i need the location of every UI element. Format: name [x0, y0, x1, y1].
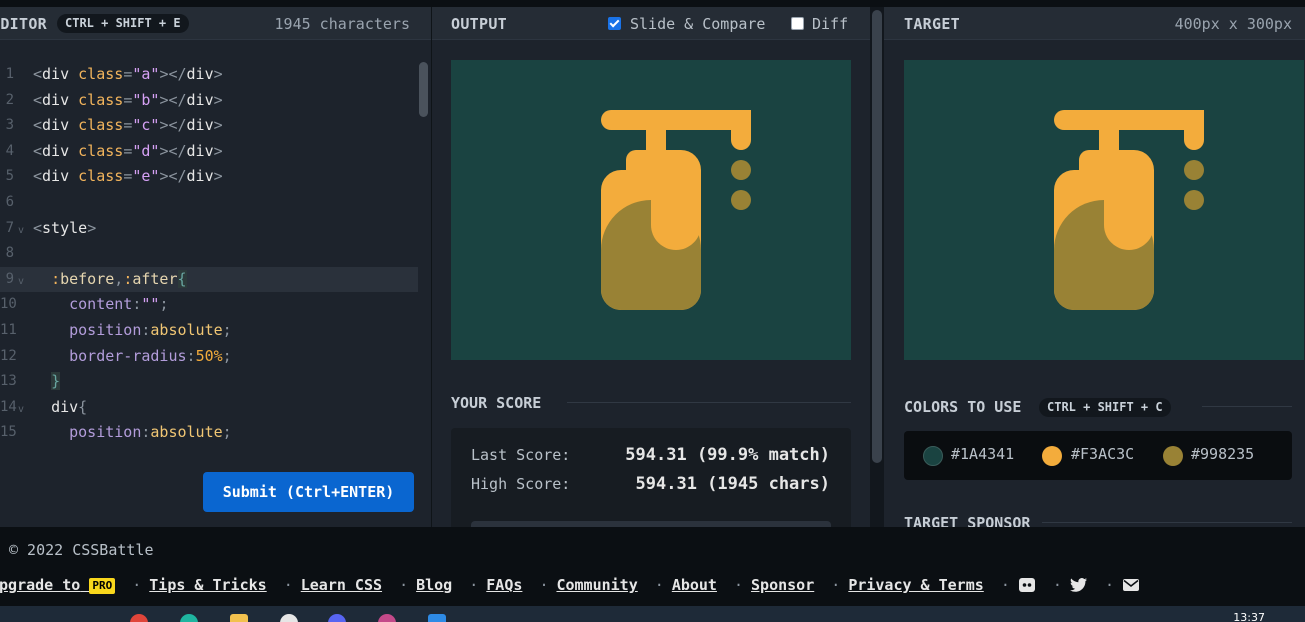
tips-link[interactable]: Tips & Tricks	[149, 576, 266, 594]
color-swatch[interactable]	[1163, 446, 1183, 466]
browser-icon[interactable]	[130, 614, 148, 622]
char-count: 1945 characters	[274, 15, 410, 33]
folder-icon[interactable]	[230, 614, 248, 622]
sponsor-link[interactable]: Sponsor	[751, 576, 814, 594]
submit-button[interactable]: Submit (Ctrl+ENTER)	[203, 472, 414, 512]
editor-title: EDITOR	[0, 15, 47, 33]
editor-scrollbar[interactable]	[419, 62, 428, 117]
code-line: 14 v div{	[0, 395, 418, 421]
os-taskbar: 13:37	[0, 606, 1305, 622]
editor-pane: EDITOR CTRL + SHIFT + E 1945 characters …	[0, 7, 431, 527]
code-line: 10 content:"";	[0, 295, 169, 314]
app-icon[interactable]	[378, 614, 396, 622]
last-score-value: 594.31 (99.9% match)	[625, 445, 830, 465]
divider	[1042, 522, 1292, 523]
colors-title: COLORS TO USE	[904, 398, 1022, 416]
code-line: 15 position:absolute;	[0, 423, 232, 442]
fold-arrow-icon[interactable]: v	[18, 397, 24, 423]
code-line: 13 }	[0, 372, 61, 391]
target-header: TARGET 400px x 300px	[884, 7, 1305, 40]
editor-header: EDITOR CTRL + SHIFT + E 1945 characters	[0, 7, 431, 40]
color-hex-label[interactable]: #998235	[1191, 445, 1254, 463]
discord-icon[interactable]	[1018, 577, 1036, 597]
target-sponsor-title: TARGET SPONSOR	[904, 514, 1031, 527]
code-line: 8	[5, 245, 14, 262]
discord-app-icon[interactable]	[328, 614, 346, 622]
twitter-icon[interactable]	[1069, 577, 1088, 597]
code-editor[interactable]: 1 <div class="a"></div> 2 <div class="b"><…	[0, 62, 418, 446]
target-size: 400px x 300px	[1174, 15, 1292, 33]
copyright: © 2022 CSSBattle	[9, 541, 154, 559]
code-line: 6	[5, 193, 14, 210]
pro-badge: PRO	[89, 578, 116, 594]
code-line: 2 <div class="b"></div>	[5, 90, 223, 109]
slide-compare-checkbox[interactable]	[608, 17, 621, 30]
code-line: 1 <div class="a"></div>	[5, 65, 223, 83]
code-line: 4 <div class="d"></div>	[5, 141, 223, 160]
code-line: 3 <div class="c"></div>	[5, 116, 223, 135]
target-title: TARGET	[904, 15, 960, 33]
code-line: 12 border-radius:50%;	[0, 346, 232, 365]
edge-icon[interactable]	[180, 614, 198, 622]
fold-arrow-icon[interactable]: v	[18, 269, 24, 295]
learn-css-link[interactable]: Learn CSS	[301, 576, 382, 594]
divider	[567, 402, 851, 403]
target-canvas	[904, 60, 1304, 360]
clock: 13:37	[1233, 611, 1265, 622]
pane-scrollbar[interactable]	[872, 10, 882, 463]
target-pane: TARGET 400px x 300px COLORS TO USE CTRL …	[884, 7, 1305, 527]
output-header: OUTPUT Slide & Compare Diff	[432, 7, 870, 40]
diff-label[interactable]: Diff	[812, 15, 848, 33]
color-hex-label[interactable]: #F3AC3C	[1071, 445, 1134, 463]
high-score-value: 594.31 (1945 chars)	[635, 474, 830, 494]
output-canvas[interactable]	[451, 60, 851, 360]
high-score-label: High Score:	[471, 475, 571, 493]
divider	[1202, 406, 1292, 407]
vscode-icon[interactable]	[428, 614, 446, 622]
code-line: 7 v <style>	[0, 216, 418, 242]
mail-icon[interactable]	[1122, 577, 1140, 597]
color-hex-label[interactable]: #1A4341	[951, 445, 1014, 463]
code-line: 5 <div class="e"></div>	[5, 167, 223, 186]
top-strip	[0, 0, 1305, 7]
about-link[interactable]: About	[672, 576, 717, 594]
color-swatch[interactable]	[923, 446, 943, 466]
score-box: Last Score: 594.31 (99.9% match) High Sc…	[451, 428, 851, 527]
community-link[interactable]: Community	[556, 576, 637, 594]
output-title: OUTPUT	[451, 15, 507, 33]
footer: © 2022 CSSBattle Upgrade to PRO ·Tips & …	[0, 527, 1305, 606]
app-icon[interactable]	[280, 614, 298, 622]
color-swatch[interactable]	[1042, 446, 1062, 466]
editor-shortcut-badge: CTRL + SHIFT + E	[57, 14, 189, 33]
code-line-active: 9v :before,:after{	[0, 266, 418, 295]
output-pane: OUTPUT Slide & Compare Diff YOUR SCORE L…	[432, 7, 870, 527]
blog-link[interactable]: Blog	[416, 576, 452, 594]
colors-shortcut-badge: CTRL + SHIFT + C	[1039, 398, 1171, 417]
footer-links: Upgrade to PRO ·Tips & Tricks ·Learn CSS…	[0, 576, 1140, 597]
diff-checkbox[interactable]	[791, 17, 804, 30]
colors-palette: #1A4341 #F3AC3C #998235	[904, 431, 1292, 480]
faqs-link[interactable]: FAQs	[486, 576, 522, 594]
slide-compare-label[interactable]: Slide & Compare	[630, 15, 765, 33]
your-score-title: YOUR SCORE	[451, 394, 542, 412]
code-line: 11 position:absolute;	[0, 320, 232, 339]
privacy-terms-link[interactable]: Privacy & Terms	[848, 576, 983, 594]
last-score-label: Last Score:	[471, 446, 571, 464]
upgrade-link[interactable]: Upgrade to PRO	[0, 576, 116, 594]
fold-arrow-icon[interactable]: v	[18, 218, 24, 244]
